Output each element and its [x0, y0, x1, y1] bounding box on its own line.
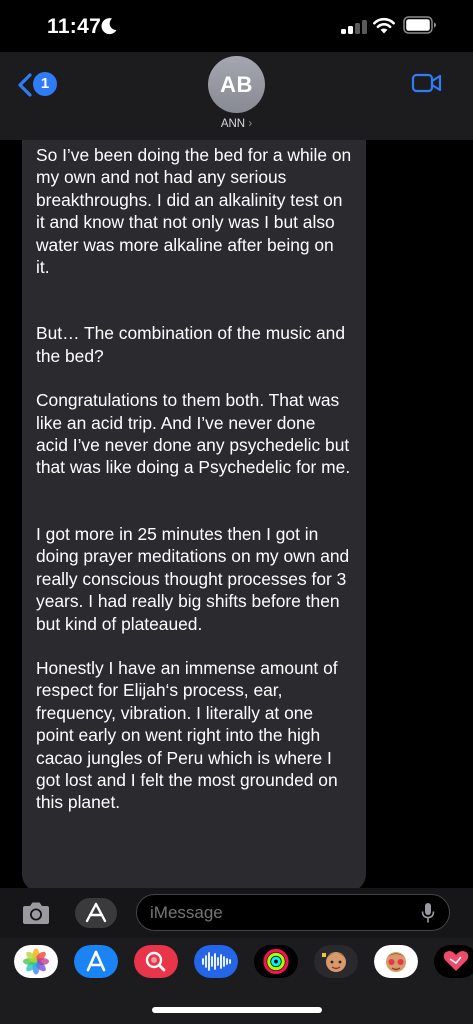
chevron-right-icon: › [248, 118, 253, 130]
message-paragraph: Congratulations to them both. That was l… [36, 390, 351, 478]
status-time: 11:47 [47, 15, 102, 38]
battery-icon [403, 16, 436, 34]
status-bar: 11:47 [0, 0, 473, 52]
contact-name: ANN [220, 118, 246, 130]
memoji-app-icon[interactable] [314, 945, 358, 978]
home-indicator[interactable] [152, 1007, 322, 1013]
message-paragraph: But… The combination of the music and th… [36, 323, 346, 366]
image-search-app-icon[interactable] [134, 945, 178, 978]
digital-touch-app-icon[interactable] [434, 945, 473, 978]
message-paragraph: Honestly I have an immense amount of res… [36, 657, 338, 813]
message-paragraph: So I’ve been doing the bed for a while o… [36, 145, 352, 278]
back-button[interactable]: 1 [16, 70, 57, 100]
unread-count-badge: 1 [33, 72, 57, 96]
photos-app-icon[interactable] [14, 945, 58, 978]
app-drawer [0, 938, 473, 1024]
message-input[interactable] [136, 894, 450, 931]
memoji-stickers-app-icon[interactable] [374, 945, 418, 978]
app-store-icon [85, 902, 107, 923]
contact-avatar[interactable]: AB [208, 56, 265, 113]
message-paragraph: I got more in 25 minutes then I got in d… [36, 523, 350, 634]
moon-icon [101, 18, 117, 35]
message-bubble[interactable]: So I’ve been doing the bed for a while o… [22, 140, 366, 888]
contact-name-link[interactable]: ANN › [0, 118, 473, 130]
message-thread[interactable]: So I’ve been doing the bed for a while o… [0, 140, 473, 888]
cellular-signal-icon [341, 18, 367, 34]
audio-message-app-icon[interactable] [194, 945, 238, 978]
back-chevron-icon [18, 73, 32, 97]
app-store-app-icon[interactable] [74, 945, 118, 978]
microphone-icon[interactable] [421, 902, 435, 924]
wifi-icon [373, 18, 395, 34]
conversation-header: 1 AB ANN › [0, 52, 473, 140]
camera-icon[interactable] [20, 900, 52, 926]
activity-app-icon[interactable] [254, 945, 298, 978]
apps-button[interactable] [75, 898, 117, 928]
video-camera-icon[interactable] [411, 71, 443, 95]
compose-bar [0, 888, 473, 938]
